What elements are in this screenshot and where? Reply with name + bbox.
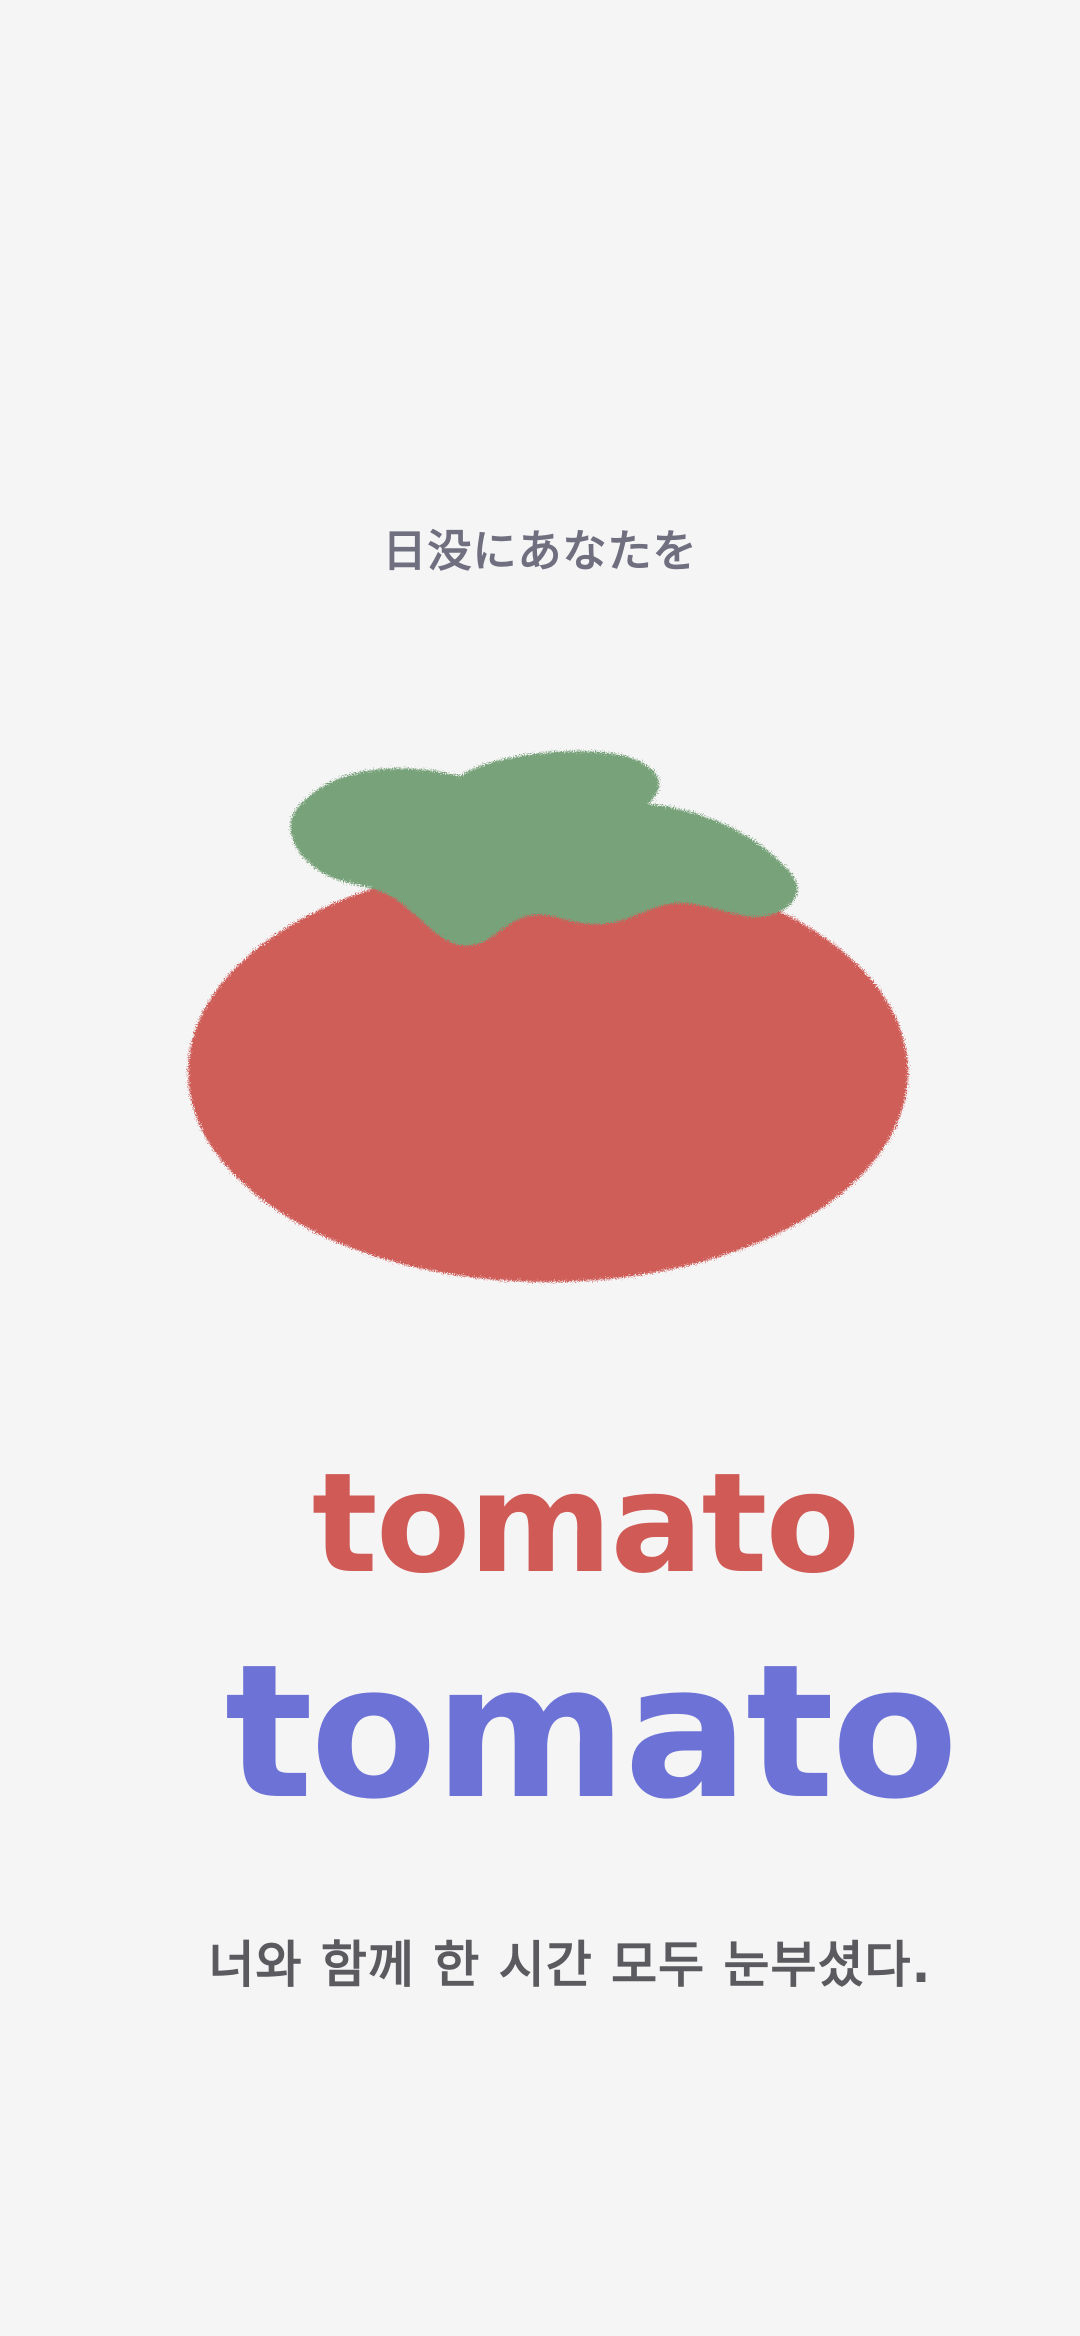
bottom-caption: 너와 함께 한 시간 모두 눈부셨다. bbox=[208, 1936, 932, 1994]
top-caption: 日没にあなたを bbox=[382, 526, 698, 577]
title-word-red: tomato bbox=[311, 1443, 860, 1604]
title-word-blue: tomato bbox=[224, 1624, 959, 1840]
tomato-icon bbox=[188, 751, 908, 1282]
screen: 日没にあなたを tomato tomato 너와 함께 한 시간 모두 눈부셨다… bbox=[0, 0, 1080, 2336]
